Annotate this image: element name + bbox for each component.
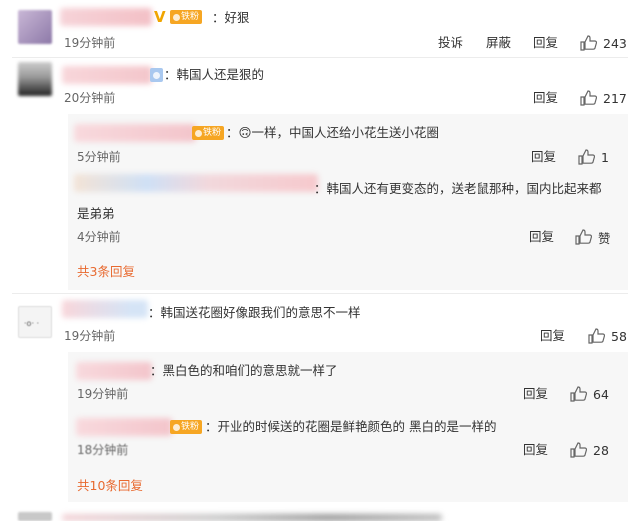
reply-button[interactable]: 回复 [529,229,554,245]
thumbs-up-icon [578,149,595,165]
like-button[interactable]: 217 [580,89,627,107]
reply-button[interactable]: 回复 [531,149,556,165]
reply-time: 18分钟前 [77,443,129,457]
more-replies-link[interactable]: 共10条回复 [77,478,143,494]
thumbs-up-icon [575,229,592,245]
reply-text: ：🙃一样，中国人还给小花生送小花圈 [226,125,440,140]
reply-button[interactable]: 回复 [523,386,548,402]
comment-text: ：好狠 [212,10,250,25]
comment-text: ：韩国人还是狠的 [164,67,265,82]
reply-text: ：黑白色的和咱们的意思就一样了 [150,363,338,378]
fan-badge [150,68,163,82]
username-blurred[interactable] [62,514,442,521]
like-count: 64 [593,386,609,402]
reply-time: 5分钟前 [77,150,121,164]
username-blurred[interactable] [76,418,172,436]
like-count: 58 [611,328,627,344]
reply-thread: 铁粉 ：🙃一样，中国人还给小花生送小花圈 5分钟前 回复 1 ：韩国人还有更变态… [68,114,628,290]
reply-button[interactable]: 回复 [540,328,565,344]
username-blurred[interactable] [76,362,152,380]
username-blurred[interactable] [74,174,318,192]
divider [12,57,628,58]
more-replies-link[interactable]: 共3条回复 [77,264,135,280]
reply-time: 4分钟前 [77,230,121,244]
thumbs-up-icon [580,90,597,106]
thumbs-up-icon [588,328,605,344]
reply-button[interactable]: 回复 [533,35,558,51]
comment-time: 20分钟前 [64,91,116,105]
like-count: 28 [593,442,609,458]
thumbs-up-icon [570,442,587,458]
reply-button[interactable]: 回复 [533,90,558,106]
reply-text: ：韩国人还有更变态的，送老鼠那种，国内比起来都 [314,181,602,196]
fan-badge: 铁粉 [192,126,225,140]
block-button[interactable]: 屏蔽 [486,35,511,51]
thumbs-up-icon [580,35,597,51]
like-button[interactable]: 64 [570,385,609,403]
fan-badge: 铁粉 [170,420,203,434]
username-blurred[interactable] [62,300,148,318]
avatar[interactable] [18,62,52,96]
like-label: 赞 [598,230,611,246]
thumbs-up-icon [570,386,587,402]
comment-text: ：韩国送花圈好像跟我们的意思不一样 [148,305,361,320]
like-count: 1 [601,149,609,165]
reply-text: ：开业的时候送的花圈是鲜艳颜色的 黑白的是一样的 [205,419,497,434]
reply-time: 19分钟前 [77,387,129,401]
reply-text-continued: 是弟弟 [77,206,115,221]
username-blurred[interactable] [74,124,196,142]
reply-thread: ：黑白色的和咱们的意思就一样了 19分钟前 回复 64 铁粉 ：开业的时候送的花… [68,352,628,502]
report-button[interactable]: 投诉 [438,35,463,51]
avatar[interactable] [18,512,52,521]
like-button[interactable]: 28 [570,441,609,459]
like-button[interactable]: 1 [578,148,609,166]
verified-v-icon: V [154,8,166,26]
reply-button[interactable]: 回复 [523,442,548,458]
like-button[interactable]: 58 [588,327,627,345]
username-blurred[interactable] [60,8,152,26]
username-blurred[interactable] [62,66,152,84]
like-button[interactable]: 243 [580,34,627,52]
avatar[interactable]: ·o· · [18,306,52,338]
like-button[interactable]: 赞 [575,228,611,246]
divider [12,293,628,294]
like-count: 217 [603,90,627,106]
like-count: 243 [603,35,627,51]
avatar[interactable] [18,10,52,44]
comment-time: 19分钟前 [64,36,116,50]
comment-time: 19分钟前 [64,329,116,343]
fan-badge: 铁粉 [170,10,203,24]
